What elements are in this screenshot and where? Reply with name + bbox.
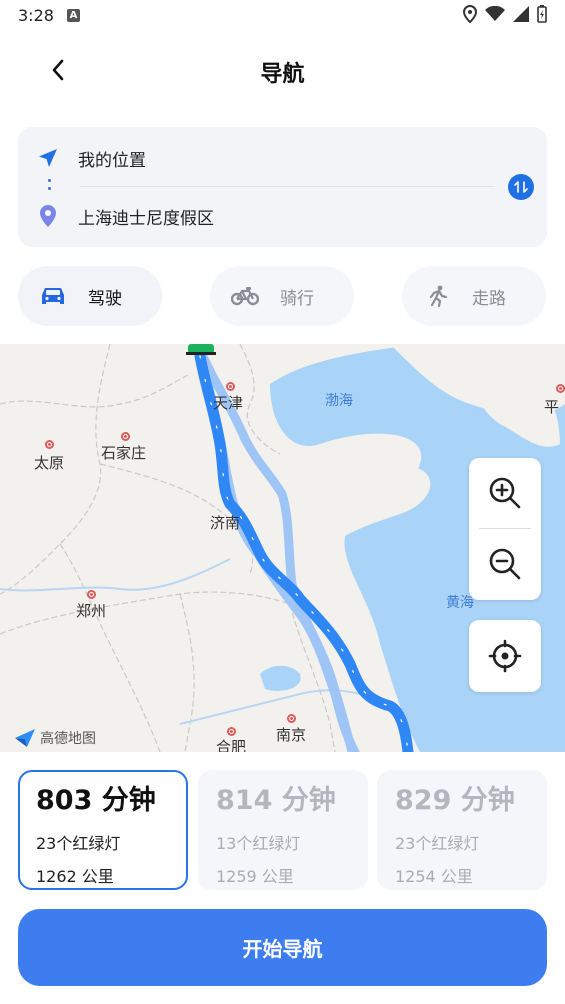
- city-dot-zhengzhou: [87, 590, 96, 599]
- zoom-out-button[interactable]: [469, 529, 541, 599]
- route-distance: 1254 公里: [395, 867, 473, 886]
- route-time: 829 分钟: [395, 785, 515, 816]
- city-label-ping: 平: [544, 398, 560, 416]
- city-label-zhengzhou: 郑州: [76, 602, 107, 620]
- city-label-jinan: 济南: [210, 514, 241, 532]
- city-dot-nanjing: [287, 714, 296, 723]
- zoom-controls: [469, 458, 541, 600]
- city-dot-hefei: [227, 727, 236, 736]
- city-label-nanjing: 南京: [276, 726, 307, 744]
- route-options: 803 分钟 23个红绿灯 1262 公里 814 分钟 13个红绿灯 1259…: [0, 770, 565, 890]
- city-dot-tianjin: [226, 382, 235, 391]
- crosshair-icon: [488, 639, 522, 673]
- route-lights: 23个红绿灯: [36, 834, 121, 853]
- route-map[interactable]: 天津 渤海 太原 石家庄 济南 郑州 黄海 合肥 南京 平 高德地图: [0, 344, 565, 752]
- wifi-icon: [485, 6, 505, 21]
- city-dot-taiyuan: [45, 440, 54, 449]
- status-time: 3:28: [18, 6, 54, 25]
- location-status-icon: [463, 5, 477, 23]
- mode-walk[interactable]: 走路: [402, 266, 546, 326]
- status-bar: 3:28 A: [0, 0, 565, 34]
- car-icon: [18, 286, 88, 306]
- swap-icon: [514, 181, 528, 193]
- zoom-out-icon: [489, 548, 521, 580]
- mode-walk-label: 走路: [472, 288, 506, 309]
- city-label-tianjin: 天津: [213, 394, 244, 412]
- zoom-in-icon: [489, 477, 521, 509]
- destination-text: 上海迪士尼度假区: [78, 208, 214, 229]
- page-title: 导航: [260, 62, 305, 87]
- city-label-shijiazhuang: 石家庄: [101, 444, 147, 462]
- route-option-1[interactable]: 803 分钟 23个红绿灯 1262 公里: [18, 770, 188, 890]
- mode-drive-label: 驾驶: [88, 288, 122, 309]
- route-option-2[interactable]: 814 分钟 13个红绿灯 1259 公里: [198, 770, 368, 890]
- mode-bike-label: 骑行: [280, 288, 314, 309]
- sea-label-bohai: 渤海: [325, 393, 353, 409]
- destination-pin-icon: [18, 204, 78, 228]
- route-distance: 1259 公里: [216, 867, 294, 886]
- header: 导航: [0, 40, 565, 100]
- divider: [80, 186, 495, 187]
- swap-button[interactable]: [508, 174, 534, 200]
- walk-icon: [402, 285, 472, 307]
- start-navigation-label: 开始导航: [242, 937, 323, 961]
- map-logo-text: 高德地图: [40, 731, 96, 747]
- locate-button[interactable]: [469, 620, 541, 692]
- amap-logo-icon: [15, 729, 35, 747]
- destination-field[interactable]: 上海迪士尼度假区: [18, 191, 498, 241]
- bicycle-icon: [210, 286, 280, 306]
- origin-text: 我的位置: [78, 150, 146, 171]
- mode-bike[interactable]: 骑行: [210, 266, 354, 326]
- navigation-arrow-icon: [18, 148, 78, 168]
- city-label-taiyuan: 太原: [34, 454, 65, 472]
- signal-icon: [513, 6, 529, 22]
- origin-field[interactable]: 我的位置: [18, 133, 498, 183]
- route-distance: 1262 公里: [36, 867, 114, 886]
- notification-icon: A: [67, 9, 80, 22]
- route-lights: 23个红绿灯: [395, 834, 480, 853]
- map-logo: 高德地图: [14, 728, 96, 748]
- status-icons: [463, 5, 547, 23]
- route-time: 803 分钟: [36, 785, 156, 816]
- route-time: 814 分钟: [216, 785, 336, 816]
- route-lights: 13个红绿灯: [216, 834, 301, 853]
- city-label-hefei: 合肥: [216, 738, 247, 752]
- city-dot-shijiazhuang: [121, 432, 130, 441]
- route-input-card: 我的位置 上海迪士尼度假区: [18, 127, 547, 247]
- zoom-in-button[interactable]: [469, 458, 541, 528]
- route-option-3[interactable]: 829 分钟 23个红绿灯 1254 公里: [377, 770, 547, 890]
- start-navigation-button[interactable]: 开始导航: [18, 909, 547, 986]
- mode-drive[interactable]: 驾驶: [18, 266, 162, 326]
- travel-modes: 驾驶 骑行 走路: [0, 266, 565, 326]
- city-dot-ping: [556, 384, 565, 393]
- battery-icon: [537, 5, 547, 23]
